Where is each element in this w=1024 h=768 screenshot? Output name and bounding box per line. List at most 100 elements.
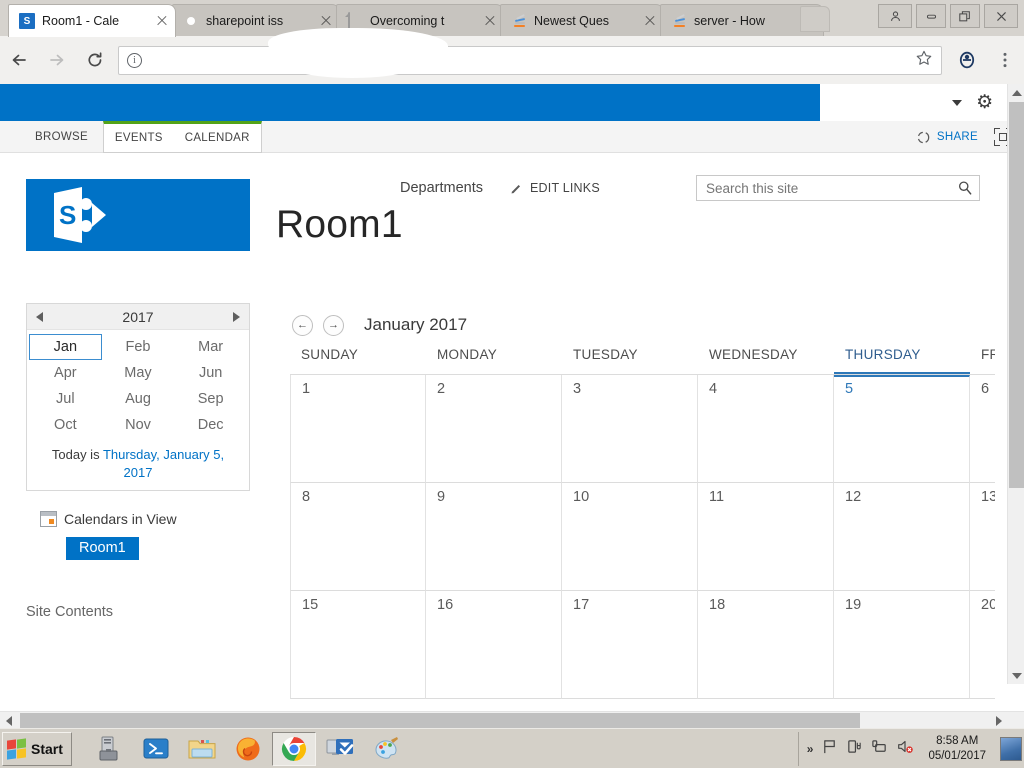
calendar-day-cell[interactable]: 20 [970,591,995,699]
powershell-icon[interactable] [134,732,178,766]
calendar-week-row: 15 16 17 18 19 20 [290,591,995,699]
calendar-day-cell[interactable]: 17 [562,591,698,699]
star-icon[interactable] [915,49,933,72]
prev-month-button[interactable]: ← [292,314,313,336]
calendar-day-cell[interactable]: 13 [970,483,995,591]
today-link[interactable]: Thursday, January 5, 2017 [103,447,224,480]
extension-icon[interactable] [948,41,986,79]
scroll-up-button[interactable] [1008,84,1024,101]
prev-year-arrow-icon[interactable] [36,311,43,322]
tray-clock[interactable]: 8:58 AM 05/01/2017 [928,734,986,763]
paint-icon[interactable] [364,732,408,766]
month-nov[interactable]: Nov [102,412,175,438]
calendar-day-cell[interactable]: 3 [562,375,698,483]
next-year-arrow-icon[interactable] [233,311,240,322]
calendar-day-cell[interactable]: 10 [562,483,698,591]
ribbon-tab-events[interactable]: EVENTS [104,124,174,152]
month-oct[interactable]: Oct [29,412,102,438]
tray-overflow-icon[interactable]: » [807,742,814,756]
next-month-button[interactable]: → [323,314,344,336]
speaker-muted-icon[interactable] [896,738,914,760]
chevron-down-icon [952,99,963,106]
gear-icon[interactable]: ⚙ [976,93,993,112]
calendar-day-cell-today[interactable]: 5 [834,375,970,483]
start-button[interactable]: Start [2,731,72,766]
minimize-icon[interactable] [916,4,946,28]
calendar-day-cell[interactable]: 8 [290,483,426,591]
back-arrow-icon[interactable] [0,41,38,79]
edit-links-button[interactable]: EDIT LINKS [509,181,600,195]
month-mar[interactable]: Mar [174,334,247,360]
address-bar[interactable]: i [118,45,942,75]
calendar-day-cell[interactable]: 12 [834,483,970,591]
calendar-day-cell[interactable]: 19 [834,591,970,699]
calendar-day-cell[interactable]: 15 [290,591,426,699]
calendar-day-cell[interactable]: 11 [698,483,834,591]
horizontal-scrollbar-thumb[interactable] [20,713,860,728]
calendar-day-cell[interactable]: 4 [698,375,834,483]
calendar-day-cell[interactable]: 6 [970,375,995,483]
month-aug[interactable]: Aug [102,386,175,412]
close-icon[interactable] [643,14,657,28]
search-input[interactable] [706,180,957,196]
redaction-smudge [828,90,934,116]
weekday-friday: FRIDAY [981,347,995,362]
share-button[interactable]: SHARE [916,130,978,145]
browser-tab-1[interactable]: sharepoint iss [172,4,340,36]
flag-icon[interactable] [821,738,838,760]
close-icon[interactable] [155,14,169,28]
calendar-day-cell[interactable]: 16 [426,591,562,699]
search-box[interactable] [696,175,980,201]
month-dec[interactable]: Dec [174,412,247,438]
day-number: 17 [573,597,590,613]
file-explorer-icon[interactable] [180,732,224,766]
ribbon-tab-calendar[interactable]: CALENDAR [174,124,261,152]
profile-icon[interactable] [878,4,912,28]
search-icon [959,181,972,195]
calendar-day-cell[interactable]: 9 [426,483,562,591]
vertical-scrollbar-thumb[interactable] [1009,102,1024,488]
calendar-day-cell[interactable]: 1 [290,375,426,483]
vertical-scrollbar[interactable] [1007,84,1024,684]
browser-tab-2[interactable]: Overcoming t [336,4,504,36]
pencil-icon [511,185,521,194]
month-jul[interactable]: Jul [29,386,102,412]
firefox-icon[interactable] [226,732,270,766]
restore-icon[interactable] [950,4,980,28]
new-tab-button[interactable] [800,6,830,32]
show-desktop-button[interactable] [1000,736,1022,761]
month-may[interactable]: May [102,360,175,386]
ribbon-tab-browse[interactable]: BROWSE [24,121,99,153]
month-sep[interactable]: Sep [174,386,247,412]
chrome-icon[interactable] [271,731,316,766]
calendar-day-cell[interactable]: 18 [698,591,834,699]
nav-link-departments[interactable]: Departments [400,180,483,196]
month-feb[interactable]: Feb [102,334,175,360]
server-manager-icon[interactable] [88,732,132,766]
horizontal-scrollbar[interactable] [0,711,1024,728]
scroll-right-button[interactable] [990,712,1007,729]
browser-tab-3[interactable]: Newest Ques [500,4,664,36]
scroll-down-button[interactable] [1008,667,1024,684]
outlook-icon[interactable] [318,732,362,766]
scroll-left-button[interactable] [0,712,17,729]
suite-bar-brand-strip [0,84,820,121]
user-menu[interactable] [947,99,963,106]
month-jan[interactable]: Jan [29,334,102,360]
kebab-menu-icon[interactable] [986,41,1024,79]
network-icon[interactable] [871,738,888,760]
forward-arrow-icon[interactable] [38,41,76,79]
site-info-icon[interactable]: i [127,52,142,68]
calendar-chip-room1[interactable]: Room1 [66,537,139,561]
close-icon[interactable] [319,14,333,28]
browser-tab-0[interactable]: S Room1 - Cale [8,4,176,37]
sidebar-item-site-contents[interactable]: Site Contents [26,604,256,620]
close-icon[interactable] [483,14,497,28]
reload-icon[interactable] [76,41,114,79]
month-apr[interactable]: Apr [29,360,102,386]
month-jun[interactable]: Jun [174,360,247,386]
close-icon[interactable] [984,4,1018,28]
calendar-day-cell[interactable]: 2 [426,375,562,483]
google-icon [183,13,199,29]
battery-icon[interactable] [846,738,863,760]
